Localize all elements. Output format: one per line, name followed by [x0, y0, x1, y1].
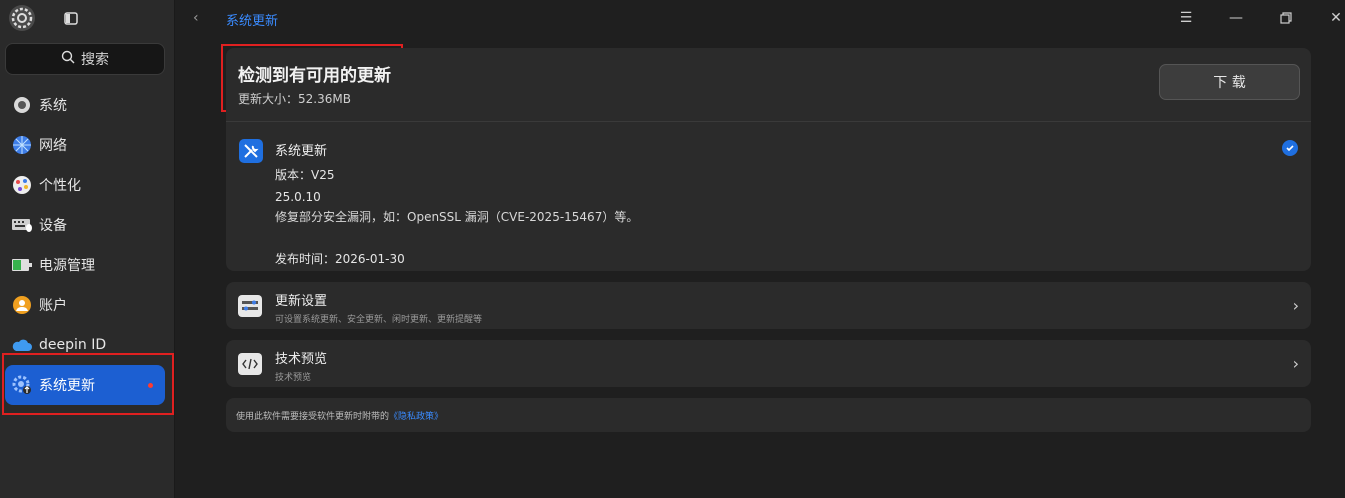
update-version: 版本：V25 — [275, 168, 335, 182]
sidebar-item-personalization[interactable]: 个性化 — [5, 165, 165, 205]
minimize-button[interactable]: — — [1224, 8, 1248, 28]
sidebar-item-power[interactable]: 电源管理 — [5, 245, 165, 285]
network-icon — [11, 134, 33, 156]
update-heading: 检测到有可用的更新 — [238, 66, 391, 86]
cloud-icon — [11, 334, 33, 356]
code-icon — [238, 353, 262, 375]
sidebar-item-label: deepin ID — [39, 337, 107, 353]
notification-dot — [148, 383, 153, 388]
update-item-name: 系统更新 — [275, 144, 328, 159]
maximize-button[interactable] — [1274, 8, 1298, 28]
checkmark-icon[interactable] — [1282, 140, 1298, 156]
update-version-number: 25.0.10 — [275, 190, 321, 204]
update-release-date: 发布时间：2026-01-30 — [275, 252, 405, 266]
close-button[interactable]: ✕ — [1324, 8, 1345, 28]
sidebar-item-label: 电源管理 — [39, 258, 95, 274]
update-settings-subtitle: 可设置系统更新、安全更新、闲时更新、更新提醒等 — [275, 315, 483, 325]
update-settings-row[interactable]: 更新设置 可设置系统更新、安全更新、闲时更新、更新提醒等 › — [226, 282, 1311, 329]
update-size: 更新大小：52.36MB — [238, 92, 351, 106]
sidebar-item-network[interactable]: 网络 — [5, 125, 165, 165]
sidebar: 搜索 系统 网络 个性化 设备 电源管理 账户 deepin ID 系统更新 — [0, 0, 175, 498]
system-icon — [11, 94, 33, 116]
update-card: 检测到有可用的更新 更新大小：52.36MB 下 载 系统更新 版本：V25 2… — [226, 48, 1311, 271]
settings-gear-icon[interactable] — [9, 5, 35, 31]
account-icon — [11, 294, 33, 316]
device-icon — [11, 214, 33, 236]
chevron-right-icon: › — [1292, 296, 1299, 315]
divider — [226, 121, 1311, 122]
search-label: 搜索 — [81, 52, 109, 68]
tech-preview-subtitle: 技术预览 — [275, 373, 312, 383]
power-icon — [11, 254, 33, 276]
sidebar-item-label: 设备 — [39, 218, 67, 234]
tools-icon — [239, 139, 263, 163]
privacy-policy-link[interactable]: 《隐私政策》 — [389, 412, 443, 422]
personalization-icon — [11, 174, 33, 196]
sidebar-toggle-icon[interactable] — [64, 10, 80, 25]
tech-preview-row[interactable]: 技术预览 技术预览 › — [226, 340, 1311, 387]
sidebar-item-label: 账户 — [39, 298, 67, 314]
menu-icon[interactable]: ☰ — [1174, 8, 1198, 28]
sidebar-item-deepin-id[interactable]: deepin ID — [5, 325, 165, 365]
sidebar-item-label: 系统更新 — [39, 378, 95, 394]
download-button[interactable]: 下 载 — [1159, 64, 1300, 100]
sidebar-item-account[interactable]: 账户 — [5, 285, 165, 325]
sidebar-item-label: 系统 — [39, 98, 67, 114]
back-button[interactable]: ‹ — [193, 10, 199, 26]
privacy-notice: 使用此软件需要接受软件更新时附带的 — [236, 412, 390, 422]
update-gear-icon — [11, 374, 33, 396]
search-input[interactable]: 搜索 — [5, 43, 165, 75]
sidebar-item-label: 个性化 — [39, 178, 81, 194]
sidebar-item-label: 网络 — [39, 138, 67, 154]
page-title: 系统更新 — [226, 14, 279, 29]
update-description: 修复部分安全漏洞，如：OpenSSL 漏洞（CVE-2025-15467）等。 — [275, 210, 639, 224]
sidebar-item-system[interactable]: 系统 — [5, 85, 165, 125]
privacy-footer: 使用此软件需要接受软件更新时附带的《隐私政策》 — [226, 398, 1311, 432]
settings-panel-icon — [238, 295, 262, 317]
sidebar-item-device[interactable]: 设备 — [5, 205, 165, 245]
privacy-text: 使用此软件需要接受软件更新时附带的《隐私政策》 — [236, 409, 443, 422]
tech-preview-title: 技术预览 — [275, 352, 328, 367]
search-icon — [61, 50, 75, 68]
sidebar-item-system-update[interactable]: 系统更新 — [5, 365, 165, 405]
update-settings-title: 更新设置 — [275, 294, 328, 309]
chevron-right-icon: › — [1292, 354, 1299, 373]
